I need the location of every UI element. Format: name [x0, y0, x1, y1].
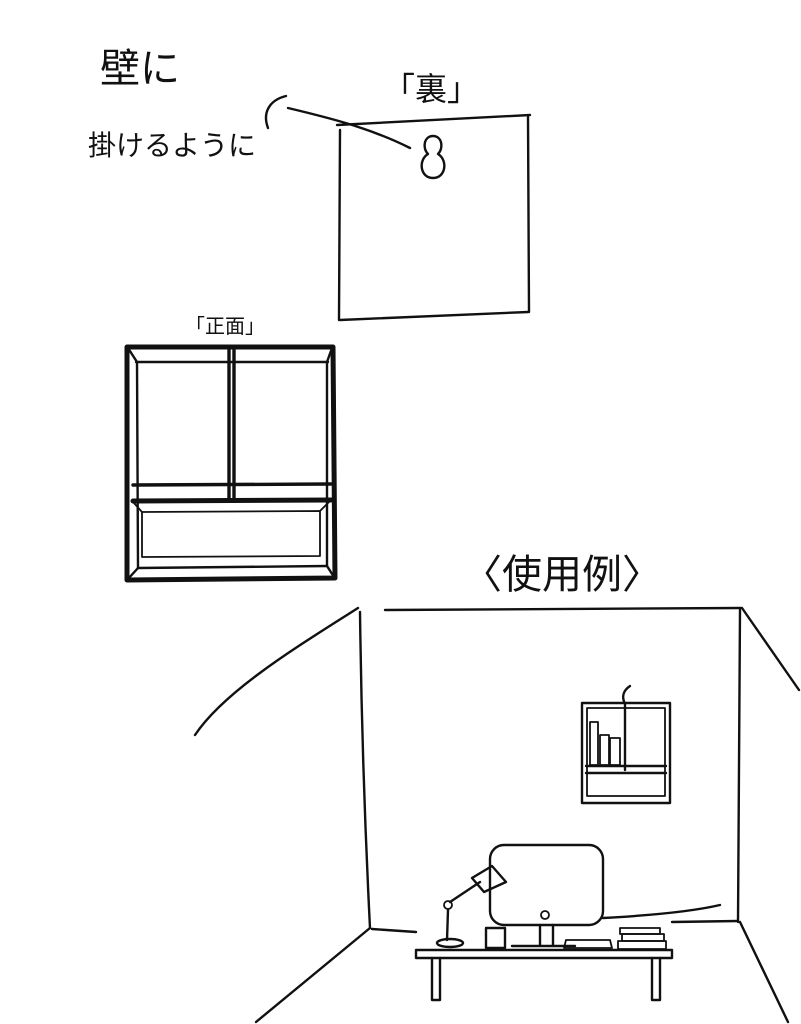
front-inner-bottom: [136, 564, 329, 570]
wall-shelf: [580, 684, 672, 805]
front-outer-frame: [124, 344, 338, 583]
monitor-stand: [538, 923, 555, 947]
front-inner-left: [135, 360, 140, 570]
front-shelf-bottom: [130, 497, 334, 504]
desk-leg-right: [650, 956, 662, 1002]
shelf-book-1: [589, 721, 599, 766]
back-view: 「裏」: [335, 70, 532, 322]
wall-note-line2: 掛けるように: [88, 129, 256, 162]
keyhole-icon: [420, 134, 446, 180]
desk-lamp: [435, 864, 508, 949]
desk-top: [414, 948, 674, 960]
back-wall-right-edge: [736, 608, 742, 924]
ceiling-left-edge: [193, 606, 360, 737]
lamp-base: [435, 937, 465, 949]
desk: [414, 948, 674, 1002]
monitor-screen: [488, 843, 605, 927]
usage-example: 〈使用例〉: [193, 552, 801, 1024]
note-leader-line: [286, 106, 412, 150]
sketch-drawing: 壁に 掛けるように 「裏」 「正面」 〈使用例〉: [88, 46, 801, 1024]
mug: [484, 926, 507, 950]
back-panel-right-edge: [526, 115, 531, 314]
ceiling-right-edge: [740, 606, 801, 692]
back-label: 「裏」: [383, 70, 479, 108]
monitor-power-icon: [540, 910, 550, 920]
wall-note-line1: 壁に: [100, 46, 180, 92]
book-stack: [617, 927, 667, 950]
back-wall-bottom-left: [370, 927, 418, 934]
sketch-canvas: 壁に 掛けるように 「裏」 「正面」 〈使用例〉: [0, 0, 801, 1024]
desk-leg-left: [430, 956, 442, 1002]
note-bracket: [264, 94, 288, 130]
shelf-book-2: [599, 734, 610, 766]
lamp-arm: [448, 880, 482, 904]
back-panel-top-edge: [335, 113, 532, 127]
stack-book-2: [621, 933, 665, 942]
stack-book-3: [617, 940, 667, 950]
front-label: 「正面」: [185, 314, 265, 338]
monitor: [488, 843, 605, 948]
back-wall-left-edge: [358, 610, 372, 930]
front-drawer-panel: [141, 510, 321, 558]
lamp-pole: [445, 908, 450, 942]
front-shelf-top: [131, 482, 333, 487]
hook-icon: [622, 684, 632, 706]
wall-hanging-note: 壁に 掛けるように: [88, 46, 412, 162]
cable-line: [601, 903, 722, 920]
floor-left-edge: [254, 926, 372, 1024]
floor-right-edge: [738, 920, 790, 1024]
back-wall-top-edge: [383, 606, 743, 612]
back-wall-bottom-right: [670, 919, 740, 924]
back-panel-bottom-edge: [338, 310, 530, 322]
shelf-book-3: [609, 737, 621, 766]
front-view: 「正面」: [124, 314, 338, 583]
usage-label: 〈使用例〉: [462, 552, 662, 598]
back-panel-left-edge: [337, 128, 342, 322]
